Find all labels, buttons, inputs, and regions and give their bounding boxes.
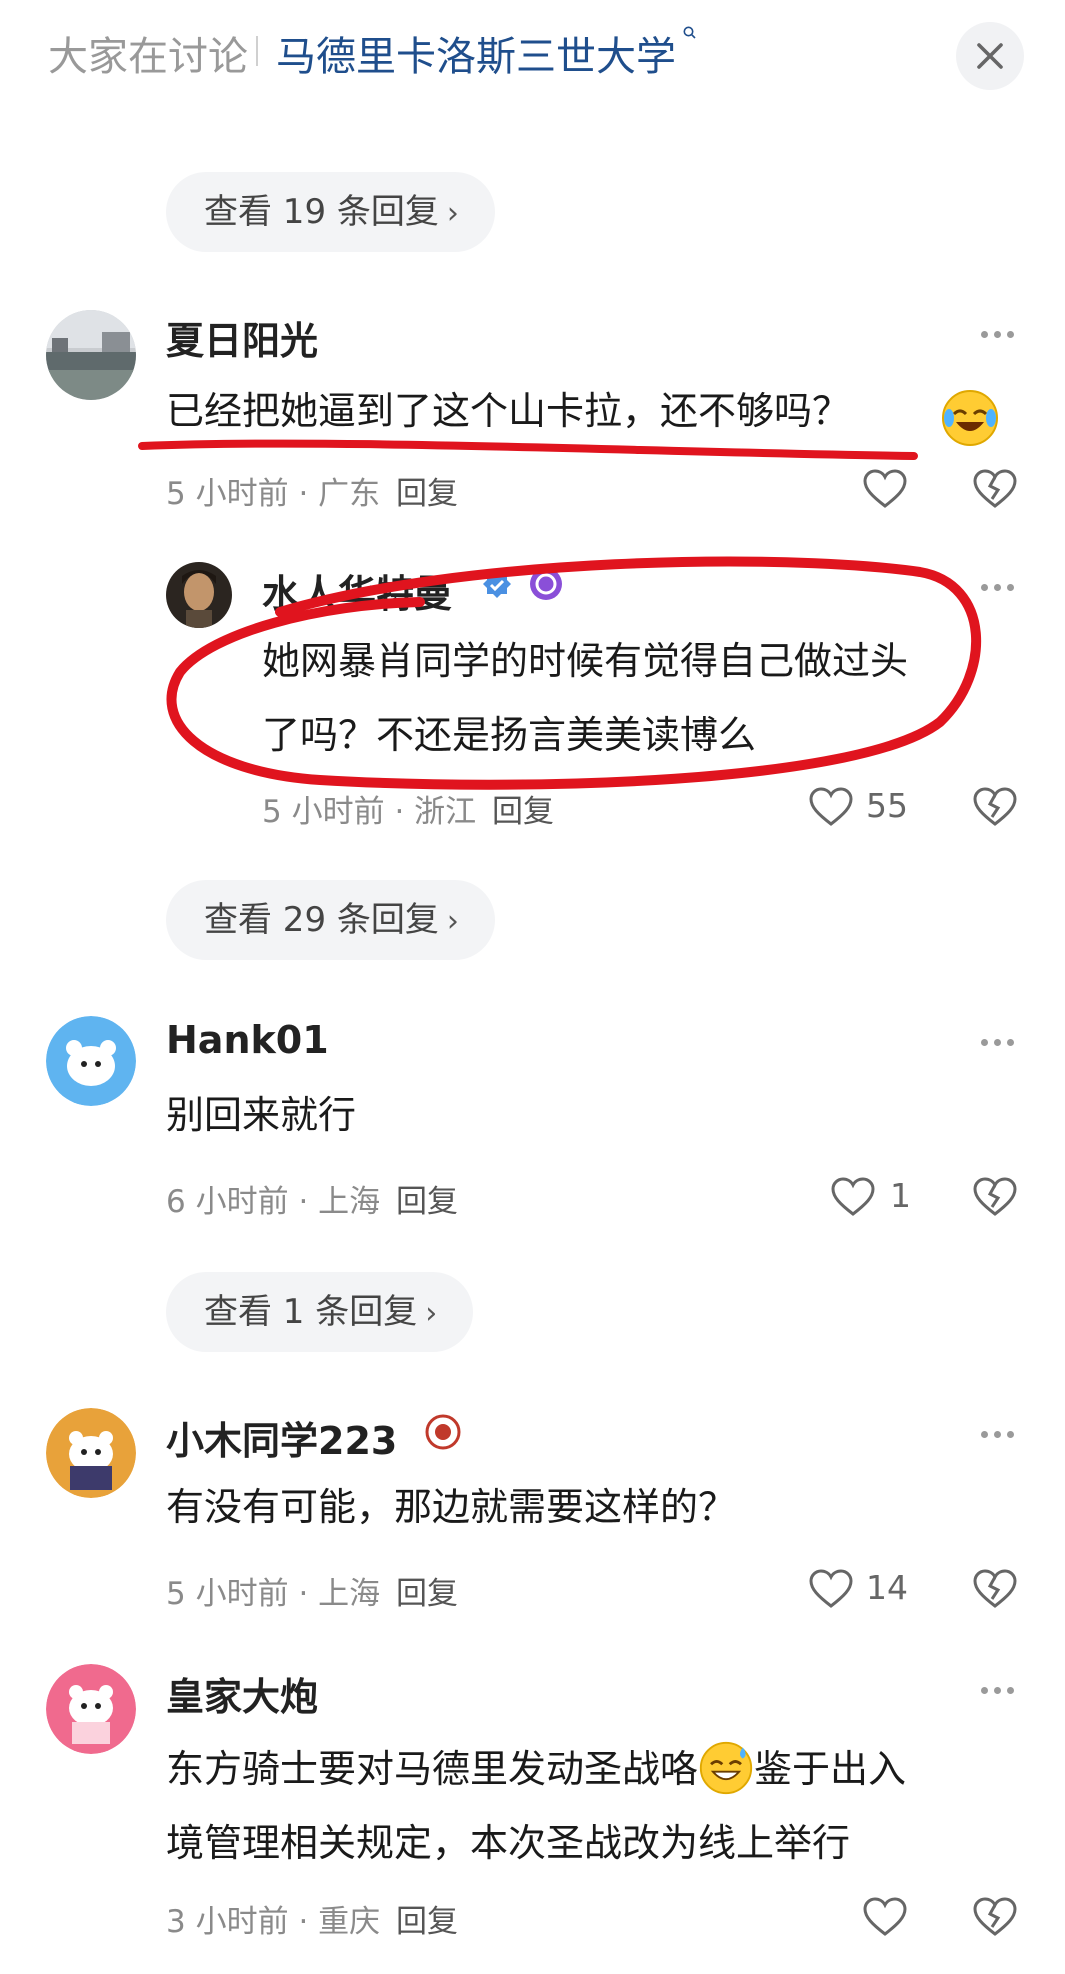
- avatar-bear-image: [46, 1664, 136, 1754]
- reply-button[interactable]: 回复: [396, 476, 458, 512]
- header-divider: [256, 36, 258, 66]
- comment-text-line: 境管理相关规定，本次圣战改为线上举行: [166, 1821, 851, 1865]
- more-options-icon[interactable]: [981, 1431, 1015, 1439]
- reply-button[interactable]: 回复: [492, 794, 554, 830]
- comment-text-fragment: 鉴于出入: [754, 1747, 907, 1791]
- comment-meta: 5 小时前 · 广东 回复: [166, 468, 458, 513]
- comment-text-line: 她网暴肖同学的时候有觉得自己做过头: [262, 639, 909, 683]
- view-replies-label: 查看 1 条回复: [204, 1292, 418, 1332]
- heart-icon[interactable]: [862, 468, 908, 510]
- view-replies-label: 查看 19 条回复: [204, 192, 439, 232]
- username[interactable]: 夏日阳光: [166, 310, 318, 365]
- heart-icon[interactable]: [808, 1568, 854, 1610]
- heart-icon[interactable]: [830, 1176, 876, 1218]
- verified-badge-icon: [483, 570, 511, 598]
- meta-separator: ·: [298, 1904, 309, 1940]
- username[interactable]: Hank01: [166, 1018, 329, 1062]
- broken-heart-icon[interactable]: [972, 1896, 1018, 1938]
- view-replies-button[interactable]: 查看 1 条回复 ›: [166, 1272, 474, 1352]
- header-bar: 大家在讨论 马德里卡洛斯三世大学: [0, 0, 1065, 110]
- comment-text: 别回来就行: [166, 1093, 357, 1137]
- location: 上海: [318, 1576, 381, 1612]
- chevron-right-icon: ›: [425, 1296, 438, 1331]
- more-options-icon[interactable]: [981, 1687, 1015, 1695]
- avatar-landscape-image: [46, 310, 136, 400]
- meta-separator: ·: [298, 1576, 309, 1612]
- more-options-icon[interactable]: [981, 1039, 1015, 1047]
- comment-meta: 5 小时前 · 浙江 回复: [262, 786, 554, 831]
- avatar-portrait-image: [166, 562, 232, 628]
- comment-text-fragment: 东方骑士要对马德里发动圣战咯: [166, 1747, 699, 1791]
- comment-text-line: 了吗？不还是扬言美美读博么: [262, 713, 757, 757]
- like-count: 55: [866, 786, 908, 825]
- meta-separator: ·: [298, 476, 309, 512]
- location: 重庆: [318, 1904, 381, 1940]
- comment-text: 有没有可能，那边就需要这样的？: [166, 1485, 737, 1529]
- laughing-crying-emoji-icon: [942, 390, 998, 446]
- avatar[interactable]: [46, 1016, 136, 1106]
- timestamp: 6 小时前: [166, 1184, 289, 1220]
- sweat-smile-emoji-icon: [699, 1741, 753, 1795]
- member-badge-icon: [530, 568, 562, 600]
- broken-heart-icon[interactable]: [972, 468, 1018, 510]
- close-icon: [977, 43, 1003, 69]
- avatar[interactable]: [46, 310, 136, 400]
- more-options-icon[interactable]: [981, 331, 1015, 339]
- location: 上海: [318, 1184, 381, 1220]
- view-replies-label: 查看 29 条回复: [204, 900, 439, 940]
- username[interactable]: 皇家大炮: [166, 1666, 318, 1721]
- search-icon: [683, 26, 696, 39]
- reply-button[interactable]: 回复: [396, 1576, 458, 1612]
- level-badge-icon: [425, 1414, 461, 1450]
- location: 广东: [318, 476, 381, 512]
- view-replies-button[interactable]: 查看 19 条回复 ›: [166, 172, 495, 252]
- like-count: 14: [866, 1568, 908, 1607]
- comment-text-line: 东方骑士要对马德里发动圣战咯 鉴于出入: [166, 1734, 1026, 1804]
- broken-heart-icon[interactable]: [972, 786, 1018, 828]
- more-options-icon[interactable]: [981, 584, 1015, 592]
- heart-icon[interactable]: [862, 1896, 908, 1938]
- comment-meta: 3 小时前 · 重庆 回复: [166, 1896, 458, 1941]
- broken-heart-icon[interactable]: [972, 1568, 1018, 1610]
- broken-heart-icon[interactable]: [972, 1176, 1018, 1218]
- username[interactable]: 小木同学223: [166, 1410, 397, 1465]
- timestamp: 5 小时前: [166, 476, 289, 512]
- meta-separator: ·: [394, 794, 405, 830]
- avatar-bear-image: [46, 1016, 136, 1106]
- view-replies-button[interactable]: 查看 29 条回复 ›: [166, 880, 495, 960]
- header-lead: 大家在讨论: [48, 34, 248, 80]
- chevron-right-icon: ›: [446, 904, 459, 939]
- close-button[interactable]: [956, 22, 1024, 90]
- avatar-bear-image: [46, 1408, 136, 1498]
- comment-meta: 5 小时前 · 上海 回复: [166, 1568, 458, 1613]
- topic-link[interactable]: 马德里卡洛斯三世大学: [276, 24, 676, 82]
- timestamp: 5 小时前: [262, 794, 385, 830]
- timestamp: 3 小时前: [166, 1904, 289, 1940]
- reply-button[interactable]: 回复: [396, 1184, 458, 1220]
- avatar[interactable]: [46, 1408, 136, 1498]
- heart-icon[interactable]: [808, 786, 854, 828]
- username[interactable]: 水人华特曼: [262, 563, 452, 618]
- chevron-right-icon: ›: [446, 196, 459, 231]
- avatar[interactable]: [166, 562, 232, 628]
- location: 浙江: [414, 794, 477, 830]
- comment-text: 已经把她逼到了这个山卡拉，还不够吗？: [166, 389, 851, 433]
- comment-meta: 6 小时前 · 上海 回复: [166, 1176, 458, 1221]
- like-count: 1: [890, 1176, 911, 1215]
- avatar[interactable]: [46, 1664, 136, 1754]
- meta-separator: ·: [298, 1184, 309, 1220]
- timestamp: 5 小时前: [166, 1576, 289, 1612]
- reply-button[interactable]: 回复: [396, 1904, 458, 1940]
